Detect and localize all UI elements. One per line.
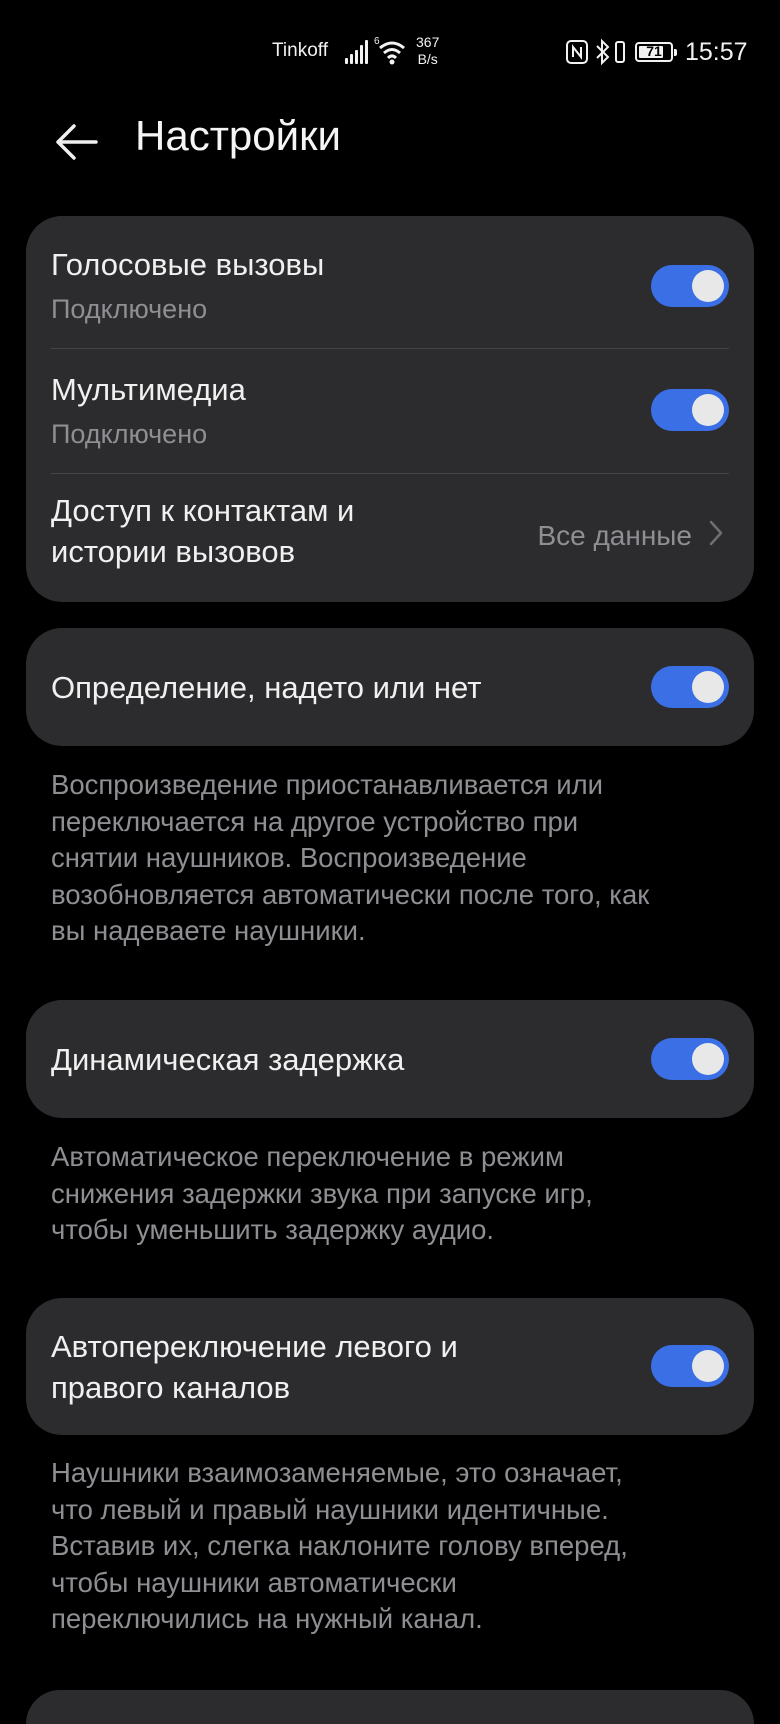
battery-level: 71 <box>646 43 662 59</box>
auto-channel-card: Автопереключение левого и правого канало… <box>26 1298 754 1435</box>
battery-icon: 71 <box>635 42 677 62</box>
next-settings-card <box>26 1690 754 1724</box>
svg-text:6: 6 <box>374 36 380 47</box>
chevron-right-icon <box>709 520 723 546</box>
voice-calls-status: Подключено <box>51 294 208 324</box>
dynamic-latency-description: Автоматическое переключение в режим сниж… <box>51 1141 593 1245</box>
wear-detection-card: Определение, надето или нет <box>26 628 754 746</box>
media-status: Подключено <box>51 419 208 449</box>
contacts-access-label: Доступ к контактам и истории вызовов <box>51 493 355 569</box>
network-speed: 367 B/s <box>416 34 440 67</box>
voice-calls-row[interactable]: Голосовые вызовы Подключено <box>26 216 754 348</box>
auto-channel-description: Наушники взаимозаменяемые, это означает,… <box>51 1457 628 1634</box>
contacts-access-row[interactable]: Доступ к контактам и истории вызовов Все… <box>26 474 754 602</box>
bluetooth-icon <box>596 38 610 66</box>
wifi-icon: 6 <box>374 36 405 65</box>
auto-channel-label: Автопереключение левого и правого канало… <box>51 1329 458 1405</box>
back-arrow-icon[interactable] <box>52 118 100 166</box>
dynamic-latency-toggle[interactable] <box>651 1038 729 1080</box>
wear-detection-toggle[interactable] <box>651 666 729 708</box>
status-bar: Tinkoff 6 367 B/s 71 15:57 <box>0 0 780 100</box>
media-row[interactable]: Мультимедиа Подключено <box>26 349 754 473</box>
carrier-name: Tinkoff <box>272 40 328 61</box>
wear-detection-row[interactable]: Определение, надето или нет <box>26 628 754 746</box>
nfc-icon <box>566 40 588 64</box>
connections-card: Голосовые вызовы Подключено Мультимедиа … <box>26 216 754 602</box>
auto-channel-toggle[interactable] <box>651 1345 729 1387</box>
wear-detection-description: Воспроизведение приостанавливается или п… <box>51 769 650 946</box>
dynamic-latency-card: Динамическая задержка <box>26 1000 754 1118</box>
vibrate-icon <box>615 41 625 63</box>
voice-calls-toggle[interactable] <box>651 265 729 307</box>
signal-icon <box>345 40 371 64</box>
auto-channel-row[interactable]: Автопереключение левого и правого канало… <box>26 1298 754 1435</box>
media-toggle[interactable] <box>651 389 729 431</box>
voice-calls-label: Голосовые вызовы <box>51 247 325 282</box>
dynamic-latency-row[interactable]: Динамическая задержка <box>26 1000 754 1118</box>
page-title: Настройки <box>135 112 341 159</box>
media-label: Мультимедиа <box>51 372 246 407</box>
clock: 15:57 <box>685 38 748 66</box>
dynamic-latency-label: Динамическая задержка <box>51 1042 405 1077</box>
contacts-access-value: Все данные <box>537 520 692 551</box>
wear-detection-label: Определение, надето или нет <box>51 670 482 705</box>
